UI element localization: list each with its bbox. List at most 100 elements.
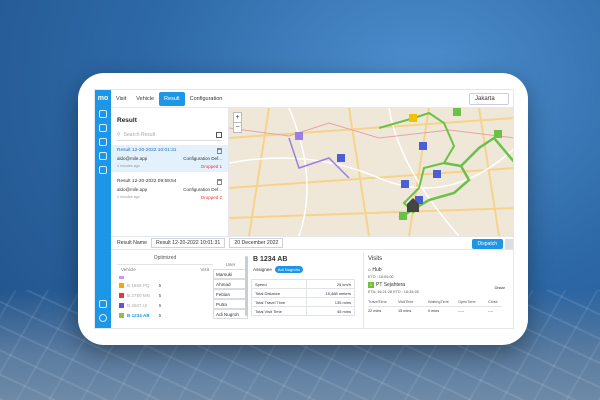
assignee-badge: Adi Nugroho: [274, 266, 304, 273]
city-select[interactable]: Jakarta: [469, 93, 509, 105]
detail-plate: B 1234 AB: [253, 256, 288, 263]
visits-title: Visits: [368, 256, 383, 262]
tab-vehicle[interactable]: Vehicle: [131, 92, 159, 106]
vehicle-row[interactable]: B 1234 AB 5: [117, 310, 213, 320]
map-canvas: [229, 108, 513, 236]
vehicle-plate: B 2780 MN: [127, 292, 150, 298]
stop-number: 1: [368, 282, 374, 288]
hub-icon: ⌂: [368, 267, 372, 273]
user-select[interactable]: Putra: [213, 299, 248, 309]
result-date-field[interactable]: 20 December 2022: [229, 238, 284, 248]
trash-icon[interactable]: [217, 179, 222, 185]
stat-key: Total Distance: [251, 288, 307, 298]
result-name-bar: Result Name Result 12-20-2022 10:01:31 2…: [111, 236, 513, 250]
left-rail: mo: [95, 90, 111, 328]
route-icon[interactable]: [99, 124, 107, 132]
user-select[interactable]: Adi Nugroh: [213, 309, 248, 319]
result-item-email: aldo@mile.app: [117, 156, 148, 161]
result-item-title: Result 12-20-2022 09:59:54: [117, 179, 177, 184]
visit-header: Visit: [200, 267, 209, 272]
more-button[interactable]: [505, 239, 513, 249]
gear-icon[interactable]: [99, 152, 107, 160]
result-list-item[interactable]: Result 12-20-2022 09:59:54 aldo@mile.app…: [111, 176, 228, 203]
search-icon: ⚲: [117, 132, 121, 138]
visit-stat-key: VisitTime: [398, 300, 428, 307]
vehicle-plate: B 1656 PQ: [127, 282, 150, 288]
vehicle-row[interactable]: B 1656 PQ 5: [117, 280, 213, 290]
trash-icon[interactable]: [217, 148, 222, 154]
result-item-time: 4 minutes ago: [117, 164, 140, 168]
vehicle-color-swatch: [119, 292, 124, 298]
result-item-email: aldo@mile.app: [117, 187, 148, 192]
user-column: User Marsuki Ahmad Febian Putra Adi Nugr…: [213, 260, 248, 328]
vehicle-color-swatch: [119, 275, 124, 279]
optimized-tab[interactable]: Optimized: [117, 252, 213, 265]
visit-stat-value: -----: [458, 309, 465, 313]
user-header: User: [225, 262, 236, 267]
hub-etd: ETD : 16:00:00: [368, 275, 394, 279]
app-logo: mo: [97, 95, 109, 102]
visit-stat-value: 15 mins: [398, 309, 412, 313]
user-select[interactable]: Ahmad: [213, 279, 248, 289]
distance-label: Distar: [494, 285, 505, 290]
stop-eta: ETA: 16:21:28 ETD : 16:34:28: [368, 290, 419, 294]
dropped-badge: Dropped 1: [200, 164, 222, 169]
visit-stat-key: Close: [488, 300, 502, 307]
help-icon[interactable]: [99, 314, 107, 322]
stat-key: Speed: [251, 279, 307, 289]
search-input[interactable]: ⚲ Search Result: [117, 130, 222, 141]
stat-value: 25 km/h: [305, 279, 356, 289]
vehicle-visits: 5: [158, 292, 162, 298]
calendar-icon[interactable]: [216, 132, 222, 138]
vehicle-color-swatch: [119, 312, 124, 318]
result-list-item[interactable]: Result 12-20-2022 10:01:31 aldo@mile.app…: [111, 145, 228, 172]
visit-stat-key: TravelTime: [368, 300, 398, 307]
calendar-icon[interactable]: [99, 166, 107, 174]
vehicle-plate: B 1234 AB: [127, 312, 150, 318]
visits-panel: Visits ⌂ Hub ETD : 16:00:00 1 PT Sejahter…: [363, 252, 513, 328]
result-item-time: 4 minutes ago: [117, 195, 140, 199]
result-title: Result: [117, 117, 137, 124]
tab-result[interactable]: Result: [159, 91, 185, 106]
tab-visit[interactable]: Visit: [111, 92, 131, 106]
zoom-in-button[interactable]: +: [234, 113, 241, 122]
phone-icon[interactable]: [99, 300, 107, 308]
visit-stat-key: OpenTime: [458, 300, 488, 307]
stat-value: 135 mins: [305, 297, 356, 307]
visit-stats: TravelTime 22 mins VisitTime 15 mins Waiti…: [368, 300, 513, 313]
dropped-badge: Dropped 2: [200, 195, 222, 200]
result-name-input[interactable]: Result 12-20-2022 10:01:31: [150, 238, 226, 248]
stat-key: Total Visit Time: [251, 306, 307, 316]
result-panel: Result ⚲ Search Result Result 12-20-2022…: [111, 108, 229, 236]
top-nav: Visit Vehicle Result Configuration Jakar…: [111, 90, 513, 108]
dispatch-button[interactable]: Dispatch: [471, 239, 503, 249]
zoom-out-button[interactable]: −: [234, 122, 241, 132]
visit-stat-value: ----: [488, 309, 494, 313]
vehicle-visits: 5: [158, 312, 162, 318]
stat-value: 15,488 meters: [305, 288, 356, 298]
assignee-label: Assignee: [253, 267, 272, 272]
scrollbar[interactable]: [245, 256, 248, 316]
result-item-title: Result 12-20-2022 10:01:31: [117, 148, 177, 153]
route-map[interactable]: + −: [229, 108, 513, 236]
hub-name: Hub: [372, 267, 382, 273]
settings-icon[interactable]: [99, 138, 107, 146]
zoom-controls: + −: [233, 112, 242, 133]
stat-value: 45 mins: [305, 306, 356, 316]
tablet-frame: mo Visit Vehicle Result Configuration Ja…: [78, 73, 528, 345]
vehicle-plate: B 4567 UI: [127, 302, 148, 308]
app-screen: mo Visit Vehicle Result Configuration Ja…: [94, 89, 514, 329]
vehicle-row[interactable]: B 4567 UI 5: [117, 300, 213, 310]
tab-configuration[interactable]: Configuration: [185, 92, 228, 106]
user-select[interactable]: Marsuki: [213, 269, 248, 279]
vehicle-row[interactable]: B 2780 MN 5: [117, 290, 213, 300]
vehicle-visits: 5: [158, 282, 162, 288]
stat-key: Total Travel Time: [251, 297, 307, 307]
user-select[interactable]: Febian: [213, 289, 248, 299]
search-placeholder: Search Result: [123, 132, 156, 138]
result-item-config: Configuration Def...: [183, 187, 222, 192]
vehicle-detail: B 1234 AB Assignee Adi Nugroho Speed 25 km…: [251, 252, 361, 328]
dashboard-icon[interactable]: [99, 110, 107, 118]
vehicle-header: Vehicle: [121, 267, 136, 272]
vehicle-visits: 5: [158, 302, 162, 308]
